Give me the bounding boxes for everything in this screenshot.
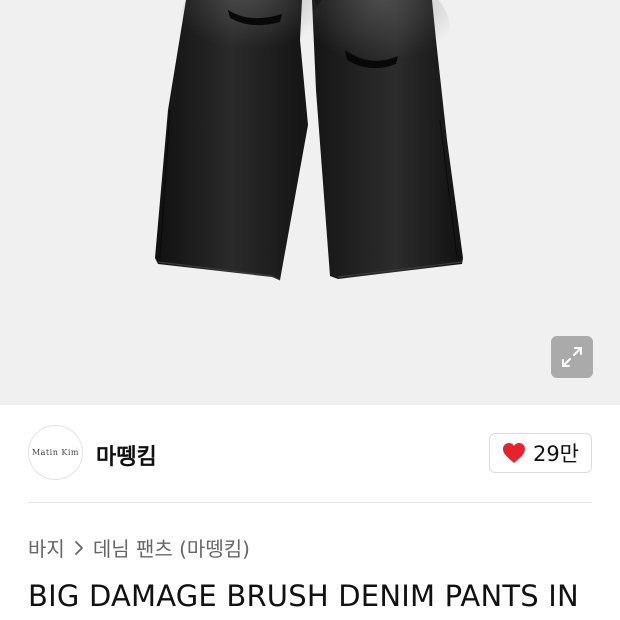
brand-logo[interactable]: Matin Kim [28,425,83,480]
breadcrumb-item-denim-pants[interactable]: 데님 팬츠 (마뗑킴) [93,533,250,562]
like-button[interactable]: 29만 [488,433,592,473]
product-image [155,0,463,281]
brand-row: Matin Kim 마뗑킴 29만 [28,425,592,483]
product-image-area[interactable] [0,0,620,405]
heart-icon [502,443,525,463]
like-count: 29만 [532,442,579,466]
breadcrumb: 바지 데님 팬츠 (마뗑킴) [28,533,250,562]
expand-image-button[interactable] [551,336,593,378]
chevron-right-icon [74,540,83,555]
product-title: BIG DAMAGE BRUSH DENIM PANTS IN [28,579,579,613]
brand-logo-text: Matin Kim [31,448,80,457]
expand-arrows-icon [562,347,582,367]
divider [28,502,592,503]
brand-name[interactable]: 마뗑킴 [96,439,157,471]
breadcrumb-item-pants[interactable]: 바지 [28,533,65,562]
